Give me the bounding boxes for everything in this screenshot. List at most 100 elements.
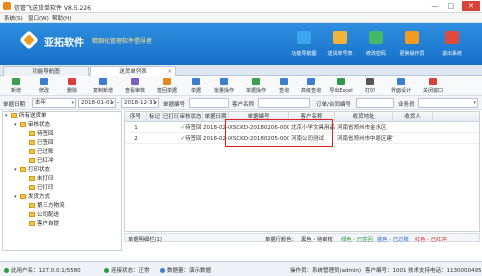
toolbar-label: 新增 (10, 88, 21, 94)
customer-input[interactable] (258, 98, 310, 108)
toolbar-button-12[interactable]: 打印 (358, 77, 382, 95)
toolbar-button-9[interactable]: 查询 (272, 77, 296, 95)
toolbar-button-1[interactable]: 修改 (32, 77, 56, 95)
tab-function-nav[interactable]: 功能导航图 (3, 66, 89, 76)
top-button-icon (333, 31, 347, 44)
cell-bill: XSCKD-20180206-0001 (229, 125, 289, 131)
toolbar-icon (192, 78, 200, 85)
close-button[interactable]: ✕ (462, 1, 480, 11)
maximize-button[interactable]: □ (444, 1, 458, 11)
legend-item: 黑色 - 待审核 (301, 237, 333, 243)
logo-icon (19, 30, 39, 50)
cell-customer: 河南公司测试 (291, 136, 325, 142)
toolbar-button-2[interactable]: 删除 (60, 77, 84, 95)
period-select[interactable]: 本年 (32, 98, 76, 108)
toolbar-button-14[interactable]: 关闭窗口 (418, 77, 448, 95)
tree-node[interactable]: 客户自提 (3, 220, 121, 229)
top-button-icon (297, 31, 311, 44)
table-row[interactable]: 2 ✓待签回2018-02-05XSCKD-20180205-0001河南公司测试… (125, 134, 479, 144)
toolbar-button-7[interactable]: 批量操作 (208, 77, 240, 95)
data-status: 数据量：演示数据 (160, 266, 211, 274)
cell-bill: XSCKD-20180205-0001 (229, 136, 289, 142)
status-text: 待签回 (185, 125, 202, 131)
tree-node-label: 发货方式 (28, 194, 51, 200)
cell-mark (147, 123, 163, 133)
brand-name: 亚拓软件 (44, 38, 84, 49)
top-button-4[interactable]: 退出系统 (434, 28, 470, 61)
tree-node[interactable]: 已打印 (3, 184, 121, 193)
toolbar-button-3[interactable]: 复制新增 (88, 77, 118, 95)
column-header[interactable]: 序号 (125, 112, 147, 122)
top-button-label: 更换操作员 (399, 51, 425, 57)
toolbar-icon (366, 78, 374, 85)
toolbar-button-5[interactable]: 签回单据 (152, 77, 182, 95)
tree-node-label: 所有送货单 (19, 113, 47, 119)
toolbar-button-4[interactable]: 查看审核 (120, 77, 150, 95)
sales-label: 业务员 (398, 102, 415, 108)
column-header[interactable]: 收货人 (393, 112, 433, 122)
toolbar-icon (131, 78, 139, 85)
filter-bar: 单据日期 本年 2018-01-01 - 2018-12-31 单据编号 客户名… (0, 96, 482, 110)
tree-node[interactable]: 已签回 (3, 139, 121, 148)
sales-select[interactable] (418, 98, 478, 108)
column-header[interactable]: 审核状态 (179, 112, 203, 122)
menu-help[interactable]: 帮助(H) (52, 14, 71, 22)
tree-node[interactable]: ▾ 打印状态 (3, 166, 121, 175)
cell-receiver (393, 123, 433, 133)
tree-node[interactable]: 待签回 (3, 130, 121, 139)
toolbar-icon (40, 78, 48, 85)
menu-system[interactable]: 系统(S) (4, 14, 23, 22)
tree-node[interactable]: 已红冲 (3, 157, 121, 166)
tree-node[interactable]: 未打印 (3, 175, 121, 184)
order-input[interactable] (356, 98, 394, 108)
menu-window[interactable]: 窗口(W) (28, 14, 49, 22)
toolbar-button-10[interactable]: 高级查询 (298, 77, 324, 95)
top-button-3[interactable]: 更换操作员 (394, 28, 430, 61)
grid-header: 序号 标记 已打印 审核状态 单据日期 单据编号 客户名称 收货地址 收货人 (125, 112, 479, 122)
toolbar-button-6[interactable]: 单据 (186, 77, 206, 95)
top-button-0[interactable]: 功能导航图 (286, 28, 322, 61)
menu-bar: 系统(S) 窗口(W) 帮助(H) (0, 13, 482, 23)
column-header[interactable]: 已打印 (163, 112, 179, 122)
column-header[interactable]: 单据编号 (229, 112, 289, 122)
toolbar-button-8[interactable]: 单据操作 (242, 77, 270, 95)
tree-node[interactable]: ▾ 所有送货单 (3, 112, 121, 121)
tree-node[interactable]: 公司配送 (3, 211, 121, 220)
tree-node[interactable]: ▾ 发货方式 (3, 193, 121, 202)
grid-legend-bar: 单据明细栏(1) 单据行颜色： 黑色 - 待审核 绿色 - 已签回 蓝色 - 已过账… (124, 233, 480, 243)
top-button-2[interactable]: 修改密码 (358, 28, 394, 61)
cell-status: ✓待签回 (179, 123, 203, 133)
legend-label: 单据行颜色： (265, 237, 297, 243)
column-header[interactable]: 标记 (147, 112, 163, 122)
detail-toggle[interactable]: 单据明细栏(1) (128, 235, 162, 243)
column-header[interactable]: 单据日期 (203, 112, 229, 122)
toolbar-icon (99, 78, 107, 85)
table-row[interactable]: 1 ✓待签回2018-02-06XSCKD-20180206-0001北京小学文具… (125, 123, 479, 133)
tree-node-label: 已红冲 (37, 158, 54, 164)
date-to-input[interactable]: 2018-12-31 (121, 98, 159, 108)
top-button-icon (405, 31, 419, 44)
toolbar-button-11[interactable]: 导出Excel (326, 77, 356, 95)
column-header[interactable]: 客户名称 (289, 112, 335, 122)
date-from-input[interactable]: 2018-01-01 (78, 98, 116, 108)
tree-node[interactable]: 已过账 (3, 148, 121, 157)
top-button-1[interactable]: 送货单号表 (322, 28, 358, 61)
bill-no-input[interactable] (189, 98, 229, 108)
date-separator: - (117, 100, 119, 106)
minimize-button[interactable]: — (428, 1, 442, 11)
server-icon (4, 268, 9, 273)
tab-delivery-list[interactable]: 送货单列表 ✕ (90, 66, 176, 76)
cell-date: 2018-02-05 (203, 136, 229, 142)
tree-node[interactable]: 第三方物流 (3, 202, 121, 211)
toolbar-icon (307, 78, 315, 85)
cell-receiver (393, 134, 433, 144)
toolbar-button-13[interactable]: 界面设计 (386, 77, 416, 95)
tree-node[interactable]: ▾ 审核状态 (3, 121, 121, 130)
tab-label: 送货单列表 (119, 69, 147, 75)
column-header[interactable]: 收货地址 (335, 112, 393, 122)
banner: 亚拓软件 精细化管理软件倡导者 功能导航图 送货单号表 修改密码 更换操作员 退出系统 (0, 23, 482, 65)
folder-icon (20, 167, 26, 172)
tree-node-label: 客户自提 (37, 221, 60, 227)
toolbar-button-0[interactable]: 新增 (4, 77, 28, 95)
toolbar-label: 复制新增 (92, 88, 113, 94)
